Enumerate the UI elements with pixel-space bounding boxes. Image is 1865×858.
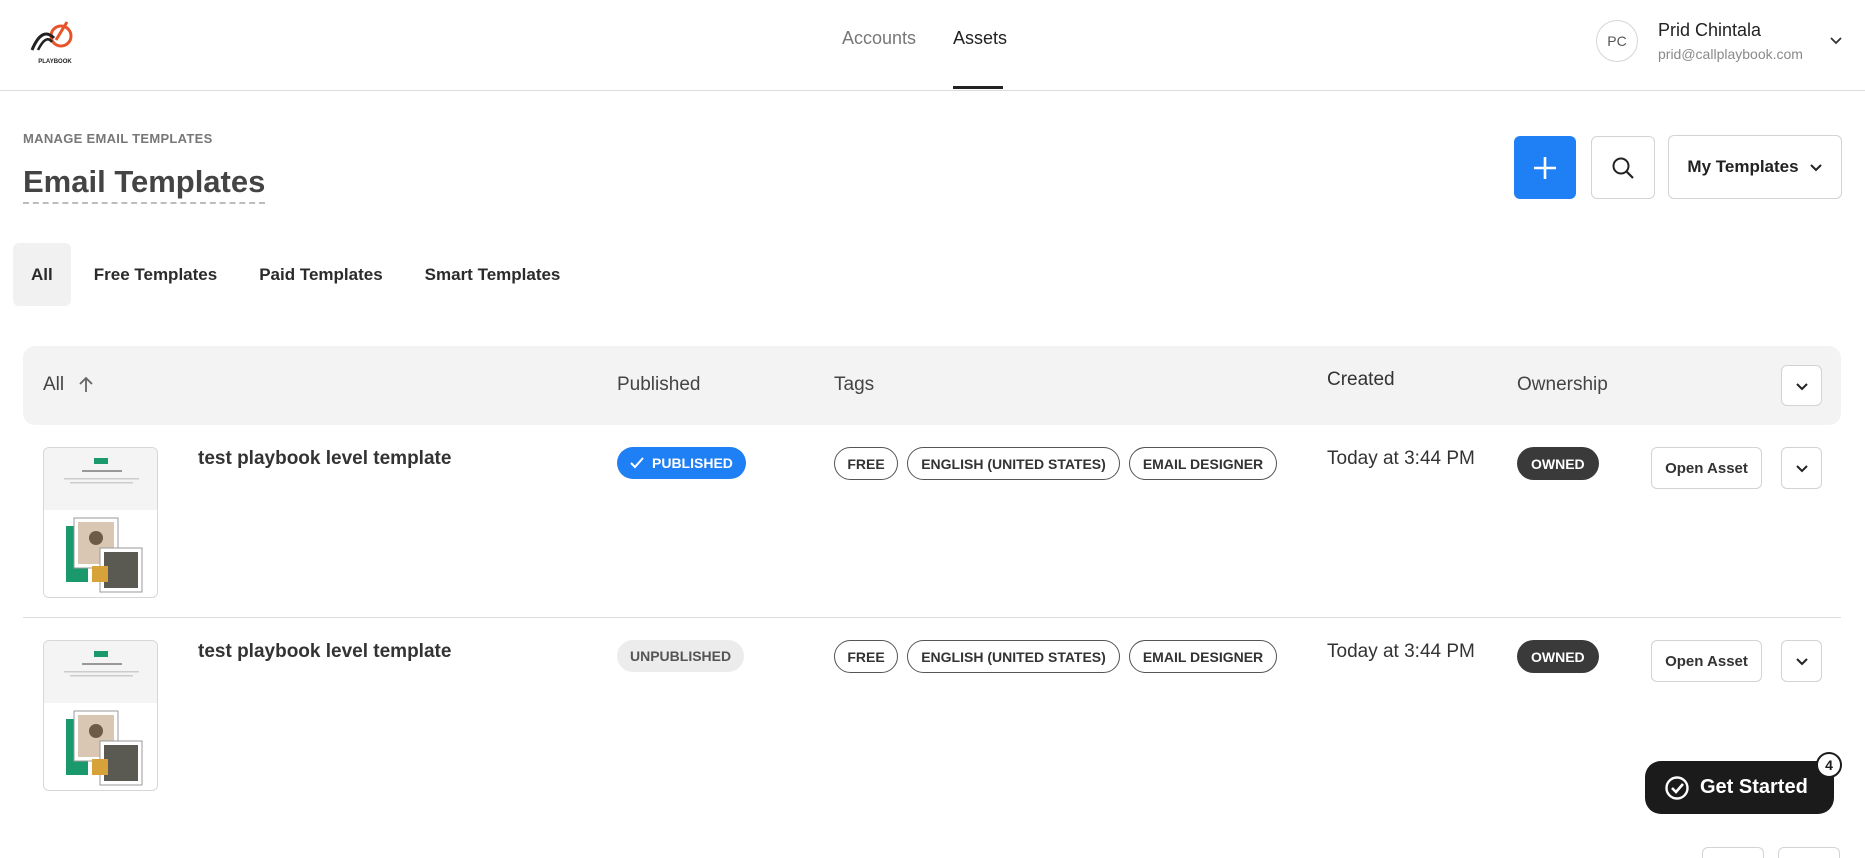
- table-row: test playbook level template PUBLISHED F…: [23, 425, 1841, 618]
- created-date: Today at 3:44 PM: [1327, 448, 1475, 469]
- nav-accounts[interactable]: Accounts: [842, 28, 916, 49]
- columns-menu-button[interactable]: [1781, 365, 1822, 406]
- row-menu-button[interactable]: [1781, 640, 1822, 682]
- status-label: UNPUBLISHED: [630, 648, 732, 664]
- column-ownership: Ownership: [1517, 374, 1608, 395]
- column-published: Published: [617, 374, 701, 395]
- tag-chip: ENGLISH (UNITED STATES): [907, 640, 1120, 673]
- column-all-label: All: [43, 374, 65, 395]
- top-header: PLAYBOOK Accounts Assets PC Prid Chintal…: [0, 0, 1865, 91]
- search-button[interactable]: [1591, 136, 1655, 199]
- column-created: Created: [1327, 369, 1395, 390]
- open-asset-button[interactable]: Open Asset: [1651, 640, 1762, 682]
- ownership-badge: OWNED: [1517, 640, 1599, 673]
- template-title[interactable]: test playbook level template: [198, 448, 451, 470]
- arrow-up-icon: [79, 376, 93, 392]
- table-row: test playbook level template UNPUBLISHED…: [23, 618, 1841, 811]
- template-title[interactable]: test playbook level template: [198, 641, 451, 663]
- get-started-count-badge: 4: [1816, 752, 1842, 778]
- chevron-down-icon: [1795, 382, 1808, 390]
- status-badge: PUBLISHED: [617, 447, 746, 479]
- user-menu[interactable]: PC Prid Chintala prid@callplaybook.com: [1596, 20, 1846, 66]
- tab-free-templates[interactable]: Free Templates: [73, 243, 238, 306]
- ownership-badge: OWNED: [1517, 447, 1599, 480]
- get-started-label: Get Started: [1700, 776, 1808, 798]
- chevron-down-icon: [1795, 658, 1808, 666]
- chevron-down-icon[interactable]: [1828, 32, 1844, 48]
- search-icon: [1612, 157, 1634, 179]
- tab-paid-templates[interactable]: Paid Templates: [238, 243, 403, 306]
- tag-chip: FREE: [834, 640, 898, 673]
- user-email: prid@callplaybook.com: [1658, 46, 1803, 62]
- avatar: PC: [1596, 20, 1638, 62]
- page-title: Email Templates: [23, 164, 266, 204]
- main-nav: Accounts Assets: [0, 0, 1865, 91]
- table-header: All Published Tags Created Ownership: [23, 346, 1841, 425]
- pagination-control[interactable]: [1778, 847, 1840, 858]
- column-tags: Tags: [834, 374, 875, 395]
- my-templates-dropdown[interactable]: My Templates: [1668, 135, 1842, 199]
- template-thumbnail[interactable]: [43, 640, 158, 791]
- tag-chip: EMAIL DESIGNER: [1129, 447, 1277, 480]
- row-menu-button[interactable]: [1781, 447, 1822, 489]
- created-date: Today at 3:44 PM: [1327, 641, 1475, 662]
- template-tabs: All Free Templates Paid Templates Smart …: [13, 243, 581, 306]
- sort-all-header[interactable]: All: [43, 374, 94, 396]
- plus-icon: [1534, 156, 1556, 179]
- get-started-button[interactable]: Get Started: [1645, 761, 1834, 814]
- tab-all[interactable]: All: [13, 243, 71, 306]
- tab-smart-templates[interactable]: Smart Templates: [404, 243, 582, 306]
- nav-active-indicator: [953, 86, 1003, 89]
- page-eyebrow: MANAGE EMAIL TEMPLATES: [23, 131, 213, 146]
- check-icon: [630, 457, 644, 469]
- status-label: PUBLISHED: [652, 455, 733, 471]
- check-circle-icon: [1665, 775, 1689, 800]
- chevron-down-icon: [1809, 164, 1822, 172]
- status-badge: UNPUBLISHED: [617, 640, 745, 672]
- nav-assets[interactable]: Assets: [953, 28, 1007, 49]
- tag-chip: EMAIL DESIGNER: [1129, 640, 1277, 673]
- add-template-button[interactable]: [1514, 136, 1576, 199]
- tag-chip: ENGLISH (UNITED STATES): [907, 447, 1120, 480]
- chevron-down-icon: [1795, 465, 1808, 473]
- user-name: Prid Chintala: [1658, 20, 1762, 40]
- my-templates-label: My Templates: [1687, 157, 1799, 176]
- template-thumbnail[interactable]: [43, 447, 158, 598]
- tag-chip: FREE: [834, 447, 898, 480]
- pagination-control[interactable]: [1702, 847, 1764, 858]
- open-asset-button[interactable]: Open Asset: [1651, 447, 1762, 489]
